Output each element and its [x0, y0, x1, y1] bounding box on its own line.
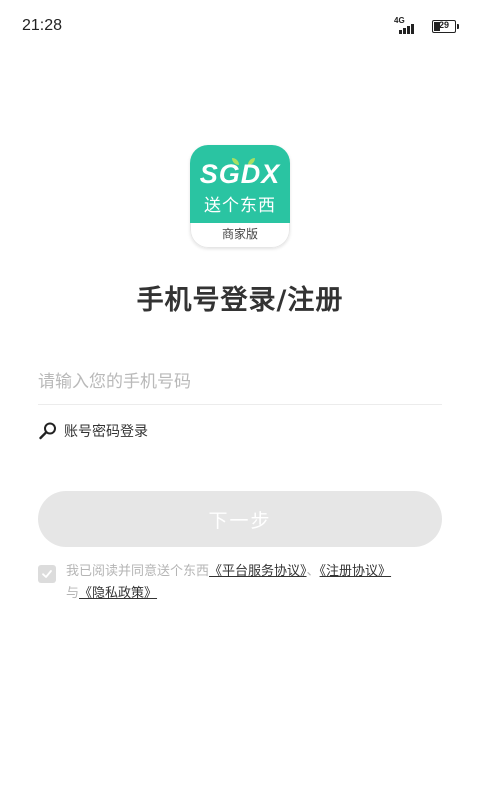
battery-level: 29	[438, 20, 449, 30]
agreement-prefix: 我已阅读并同意送个东西	[66, 564, 210, 579]
logo-edition-strip: 商家版	[190, 223, 290, 248]
logo-edition: 商家版	[221, 227, 258, 241]
logo-brand: SGDX	[199, 159, 281, 189]
app-logo: SGDX 送个东西 商家版	[190, 145, 290, 248]
logo-badge: SGDX 送个东西	[190, 145, 290, 223]
signal-icon: 4G	[394, 16, 418, 34]
status-time: 21:28	[22, 17, 63, 34]
privacy-policy-link[interactable]: 《隐私政策》	[79, 586, 157, 601]
input-underline	[38, 404, 442, 405]
agreement-and: 与	[66, 586, 80, 601]
phone-input[interactable]	[38, 362, 442, 402]
status-bar: 21:28 4G 29	[0, 0, 480, 52]
next-button[interactable]: 下一步	[38, 491, 442, 547]
password-login-link[interactable]: 账号密码登录	[38, 420, 148, 442]
logo-chinese-name: 送个东西	[204, 196, 276, 216]
search-key-icon	[39, 422, 56, 440]
register-agreement-link[interactable]: 《注册协议》	[320, 564, 392, 579]
agreement-checkbox[interactable]	[38, 565, 56, 583]
network-type: 4G	[394, 16, 405, 25]
agreement-separator: 、	[306, 564, 320, 579]
page-title: 手机号登录/注册	[136, 285, 344, 316]
agreement-text: 我已阅读并同意送个东西《平台服务协议》、《注册协议》与《隐私政策》	[66, 561, 446, 605]
check-icon	[42, 570, 52, 578]
password-login-label: 账号密码登录	[64, 424, 148, 440]
platform-agreement-link[interactable]: 《平台服务协议》	[209, 564, 307, 579]
battery-icon: 29	[432, 20, 459, 33]
